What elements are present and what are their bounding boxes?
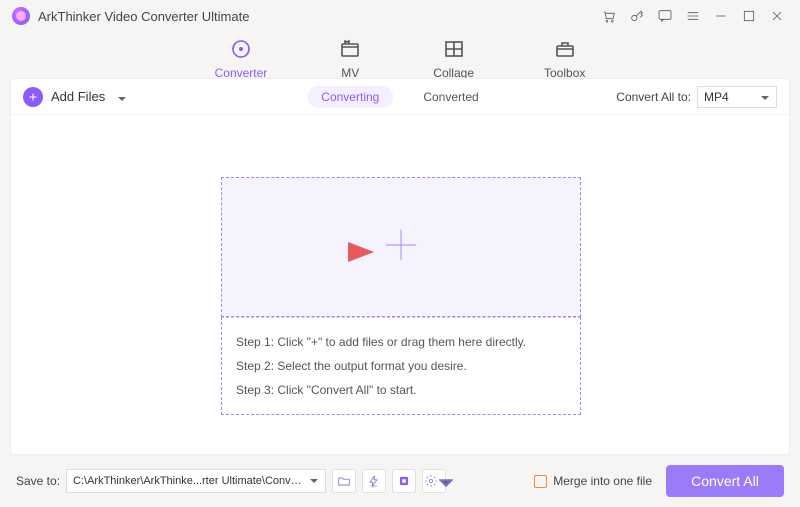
add-plus-icon — [382, 226, 420, 269]
open-folder-button[interactable] — [332, 469, 356, 493]
output-format-select[interactable]: MP4 — [697, 86, 777, 108]
tab-mv[interactable]: MV — [337, 36, 363, 80]
tab-collage[interactable]: Collage — [433, 36, 474, 80]
cart-icon[interactable] — [598, 5, 620, 27]
convert-all-to-group: Convert All to: MP4 — [616, 86, 777, 108]
step-3: Step 3: Click "Convert All" to start. — [236, 378, 566, 402]
close-icon[interactable] — [766, 5, 788, 27]
output-format-value: MP4 — [704, 90, 729, 104]
content-panel: Add Files Converting Converted Convert A… — [10, 78, 790, 455]
collage-icon — [441, 36, 467, 62]
settings-button[interactable] — [422, 469, 446, 493]
tab-converter[interactable]: Converter — [215, 36, 268, 80]
segment-converting[interactable]: Converting — [307, 86, 393, 108]
minimize-icon[interactable] — [710, 5, 732, 27]
save-path-value: C:\ArkThinker\ArkThinke...rter Ultimate\… — [73, 475, 305, 487]
annotation-arrow-icon — [240, 240, 380, 269]
toolbox-icon — [552, 36, 578, 62]
svg-text:OFF: OFF — [371, 484, 378, 488]
mv-icon — [337, 36, 363, 62]
chevron-down-icon — [309, 476, 319, 486]
convert-all-to-label: Convert All to: — [616, 90, 691, 104]
gpu-button[interactable] — [392, 469, 416, 493]
merge-checkbox[interactable]: Merge into one file — [534, 474, 652, 488]
hw-accel-toggle[interactable]: OFF — [362, 469, 386, 493]
checkbox-icon — [534, 475, 547, 488]
status-segment: Converting Converted — [307, 86, 492, 108]
save-to-label: Save to: — [16, 474, 60, 488]
drop-zone[interactable] — [221, 177, 581, 317]
save-path-select[interactable]: C:\ArkThinker\ArkThinke...rter Ultimate\… — [66, 469, 326, 493]
tab-toolbox[interactable]: Toolbox — [544, 36, 585, 80]
convert-all-button[interactable]: Convert All — [666, 465, 784, 497]
plus-icon — [23, 87, 43, 107]
merge-label: Merge into one file — [553, 474, 652, 488]
menu-icon[interactable] — [682, 5, 704, 27]
app-logo-icon — [12, 7, 30, 25]
chevron-down-icon — [117, 92, 127, 102]
chevron-down-icon — [760, 92, 770, 102]
step-1: Step 1: Click "+" to add files or drag t… — [236, 330, 566, 354]
title-bar: ArkThinker Video Converter Ultimate — [0, 0, 800, 32]
drop-area: Step 1: Click "+" to add files or drag t… — [221, 177, 581, 415]
feedback-icon[interactable] — [654, 5, 676, 27]
chevron-down-icon — [439, 476, 445, 486]
step-2: Step 2: Select the output format you des… — [236, 354, 566, 378]
key-icon[interactable] — [626, 5, 648, 27]
bottom-bar: Save to: C:\ArkThinker\ArkThinke...rter … — [0, 455, 800, 507]
instructions: Step 1: Click "+" to add files or drag t… — [221, 317, 581, 415]
maximize-icon[interactable] — [738, 5, 760, 27]
panel-toolbar: Add Files Converting Converted Convert A… — [11, 79, 789, 115]
segment-converted[interactable]: Converted — [409, 86, 492, 108]
converter-icon — [228, 36, 254, 62]
add-files-label: Add Files — [51, 89, 105, 104]
app-title: ArkThinker Video Converter Ultimate — [38, 9, 249, 24]
add-files-button[interactable]: Add Files — [23, 87, 127, 107]
